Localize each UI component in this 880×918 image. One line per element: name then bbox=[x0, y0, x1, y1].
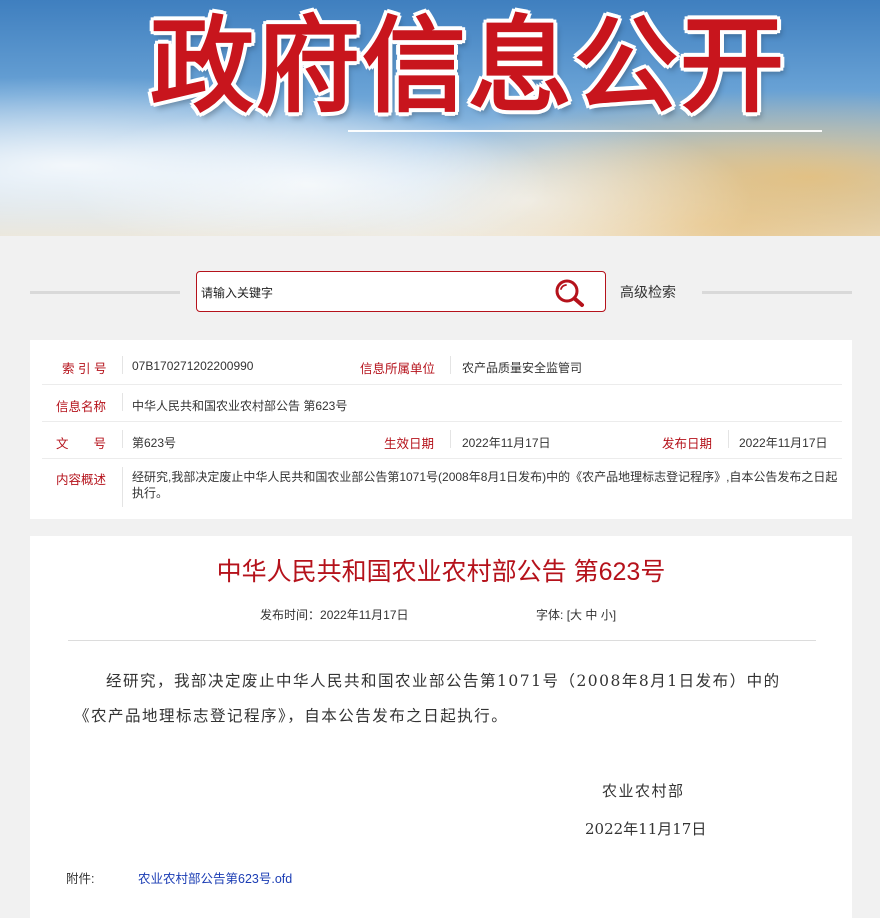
index-number-value: 07B170271202200990 bbox=[132, 359, 254, 373]
meta-row-index: 索 引 号 07B170271202200990 信息所属单位 农产品质量安全监… bbox=[42, 348, 842, 385]
column-divider bbox=[122, 393, 123, 411]
divider-left bbox=[30, 291, 180, 294]
search-bar: 高级检索 bbox=[0, 270, 880, 314]
info-name-label: 信息名称 bbox=[56, 400, 107, 414]
doc-number-value: 第623号 bbox=[132, 436, 177, 450]
attachment-label: 附件: bbox=[66, 872, 95, 886]
column-divider bbox=[122, 356, 123, 374]
effective-date-label: 生效日期 bbox=[384, 437, 435, 451]
index-number-label: 索 引 号 bbox=[62, 362, 107, 376]
meta-row-name: 信息名称 中华人民共和国农业农村部公告 第623号 bbox=[42, 385, 842, 422]
search-box bbox=[196, 271, 606, 312]
advanced-search-link[interactable]: 高级检索 bbox=[620, 282, 676, 302]
publish-time: 发布时间：2022年11月17日 bbox=[260, 606, 409, 623]
font-bracket-close: ] bbox=[612, 608, 617, 622]
article-divider bbox=[68, 640, 816, 641]
info-meta-table: 索 引 号 07B170271202200990 信息所属单位 农产品质量安全监… bbox=[30, 340, 852, 519]
publish-time-value: 2022年11月17日 bbox=[320, 608, 409, 622]
article-content: 中华人民共和国农业农村部公告 第623号 发布时间：2022年11月17日 字体… bbox=[30, 536, 852, 918]
banner-title: 政府信息公开 bbox=[150, 5, 787, 127]
font-size-label: 字体: bbox=[536, 608, 564, 622]
signature-date: 2022年11月17日 bbox=[585, 820, 707, 838]
font-medium-button[interactable]: 中 bbox=[585, 608, 597, 622]
font-large-button[interactable]: 大 bbox=[570, 608, 582, 622]
font-size-controls: 字体: [大 中 小] bbox=[536, 606, 616, 623]
info-name-value: 中华人民共和国农业农村部公告 第623号 bbox=[132, 399, 348, 413]
publish-date-label: 发布日期 bbox=[662, 437, 713, 451]
article-title: 中华人民共和国农业农村部公告 第623号 bbox=[216, 558, 666, 586]
font-small-button[interactable]: 小 bbox=[601, 608, 613, 622]
attachment-link[interactable]: 农业农村部公告第623号.ofd bbox=[138, 868, 292, 887]
banner-underline bbox=[348, 130, 822, 132]
signature-org: 农业农村部 bbox=[602, 782, 685, 800]
publish-time-label: 发布时间： bbox=[260, 608, 321, 622]
summary-label: 内容概述 bbox=[56, 473, 107, 487]
column-divider bbox=[450, 356, 451, 374]
divider-right bbox=[702, 291, 852, 294]
org-value: 农产品质量安全监管司 bbox=[462, 361, 583, 375]
org-label: 信息所属单位 bbox=[360, 362, 436, 376]
column-divider bbox=[728, 430, 729, 448]
meta-row-docno: 文 号 第623号 生效日期 2022年11月17日 发布日期 2022年11月… bbox=[42, 422, 842, 459]
column-divider bbox=[122, 467, 123, 507]
column-divider bbox=[122, 430, 123, 448]
meta-row-summary: 内容概述 经研究,我部决定废止中华人民共和国农业部公告第1071号(2008年8… bbox=[42, 459, 842, 511]
article-body: 经研究，我部决定废止中华人民共和国农业部公告第1071号（2008年8月1日发布… bbox=[74, 672, 781, 725]
summary-value: 经研究,我部决定废止中华人民共和国农业部公告第1071号(2008年8月1日发布… bbox=[132, 470, 838, 500]
doc-number-label: 文 号 bbox=[56, 437, 107, 451]
publish-date-value: 2022年11月17日 bbox=[739, 436, 828, 450]
header-banner: 政府信息公开 bbox=[0, 0, 880, 236]
column-divider bbox=[450, 430, 451, 448]
effective-date-value: 2022年11月17日 bbox=[462, 436, 551, 450]
search-icon[interactable] bbox=[553, 278, 589, 308]
search-input[interactable] bbox=[199, 281, 543, 305]
